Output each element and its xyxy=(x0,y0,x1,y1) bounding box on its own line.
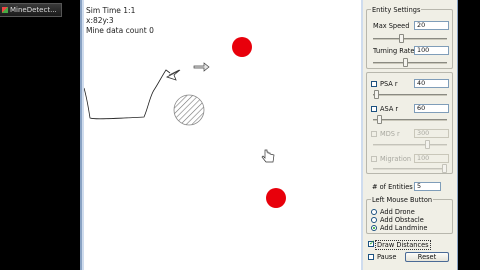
simulation-drawing xyxy=(84,37,286,208)
migration-slider-thumb[interactable] xyxy=(442,164,447,173)
add-landmine-label[interactable]: Add Landmine xyxy=(380,224,427,232)
max-speed-slider-track[interactable] xyxy=(373,38,447,40)
max-speed-field[interactable]: 20 xyxy=(414,21,449,30)
landmine[interactable] xyxy=(232,37,252,57)
add-drone-radio[interactable] xyxy=(371,209,377,215)
asa-slider-track[interactable] xyxy=(373,119,447,121)
num-entities-label: # of Entities xyxy=(372,183,413,191)
psa-slider-thumb[interactable] xyxy=(374,90,379,99)
mds-checkbox[interactable] xyxy=(371,131,377,137)
asa-label: ASA r xyxy=(380,105,399,113)
drone-icon[interactable] xyxy=(165,69,181,81)
left-mouse-button-title: Left Mouse Button xyxy=(371,196,434,204)
asa-slider-thumb[interactable] xyxy=(377,115,382,124)
entity-settings-title: Entity Settings xyxy=(371,6,422,14)
psa-field[interactable]: 40 xyxy=(414,79,449,88)
migration-field[interactable]: 100 xyxy=(414,154,449,163)
asa-checkbox[interactable] xyxy=(371,106,377,112)
simulation-canvas[interactable]: Sim Time 1:1 x:82y:3 Mine data count 0 xyxy=(84,0,361,270)
desktop-right-strip xyxy=(458,0,480,270)
psa-label: PSA r xyxy=(380,80,398,88)
landmine[interactable] xyxy=(266,188,286,208)
turning-rate-label: Turning Rate xyxy=(373,47,415,55)
asa-field[interactable]: 60 xyxy=(414,104,449,113)
taskbar-item-minedetect[interactable]: MineDetect... xyxy=(0,3,62,17)
migration-checkbox[interactable] xyxy=(371,156,377,162)
add-landmine-radio[interactable] xyxy=(371,225,377,231)
migration-label: Migration xyxy=(380,155,412,163)
hand-cursor-icon xyxy=(261,149,275,163)
add-obstacle-radio[interactable] xyxy=(371,217,377,223)
mds-label: MDS r xyxy=(380,130,400,138)
mds-slider-thumb[interactable] xyxy=(425,140,430,149)
add-drone-label[interactable]: Add Drone xyxy=(380,208,415,216)
turning-rate-field[interactable]: 100 xyxy=(414,46,449,55)
add-obstacle-label[interactable]: Add Obstacle xyxy=(380,216,424,224)
reset-button[interactable]: Reset xyxy=(405,252,449,262)
taskbar-item-label: MineDetect... xyxy=(10,6,57,14)
pause-checkbox[interactable] xyxy=(368,254,374,260)
max-speed-label: Max Speed xyxy=(373,22,410,30)
draw-distances-label[interactable]: Draw Distances xyxy=(375,240,431,250)
psa-checkbox[interactable] xyxy=(371,81,377,87)
obstacle[interactable] xyxy=(173,94,205,126)
psa-slider-track[interactable] xyxy=(373,94,447,96)
mds-field[interactable]: 300 xyxy=(414,129,449,138)
app-icon xyxy=(2,7,8,13)
num-entities-field[interactable]: 5 xyxy=(414,182,441,191)
max-speed-slider-thumb[interactable] xyxy=(399,34,404,43)
arrow-cursor-icon xyxy=(193,62,210,72)
desktop-left-strip: MineDetect... xyxy=(0,0,84,270)
turning-rate-slider-thumb[interactable] xyxy=(403,58,408,67)
settings-panel: Entity Settings Max Speed 20 Turning Rat… xyxy=(363,0,457,270)
migration-slider-track[interactable] xyxy=(373,168,447,170)
pause-label[interactable]: Pause xyxy=(377,253,396,261)
drone-trail xyxy=(84,69,171,120)
draw-distances-checkbox[interactable] xyxy=(368,239,375,247)
turning-rate-slider-track[interactable] xyxy=(373,62,447,64)
mds-slider-track[interactable] xyxy=(373,144,447,146)
